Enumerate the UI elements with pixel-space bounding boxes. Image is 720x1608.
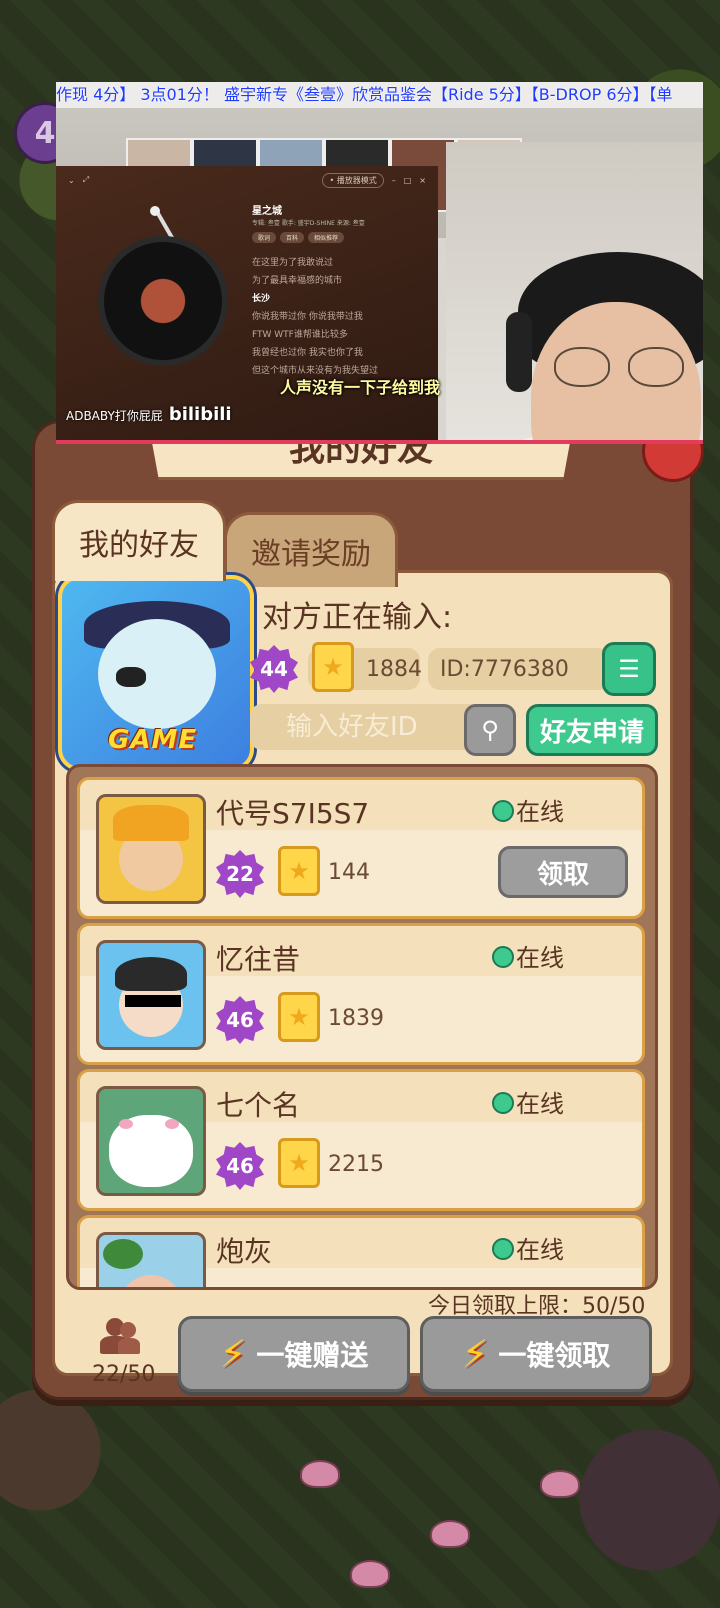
friend-row[interactable]: 忆往昔 在线 46 ★ 1839 — [77, 923, 645, 1065]
player-mode-button[interactable]: • 播放器模式 — [322, 172, 384, 188]
avatar — [96, 1232, 206, 1287]
profile-id: ID:7776380 — [428, 648, 610, 690]
eye-patch-icon — [116, 667, 146, 687]
profile-id-text: ID:7776380 — [440, 656, 569, 682]
send-all-button[interactable]: ⚡ 一键赠送 — [178, 1316, 410, 1392]
friend-list[interactable]: 代号S7I5S7 在线 22 ★ 144 领取 忆往昔 在线 46 ★ 1839… — [66, 764, 658, 1290]
tab-similar[interactable]: 相似推荐 — [308, 232, 345, 243]
send-all-label: 一键赠送 — [256, 1339, 369, 1372]
avatar — [96, 794, 206, 904]
livestream-overlay[interactable]: ⌄ ⤢ • 播放器模式 – □ × 星之城 专辑: 叁壹 歌手: 盛宇D-SHI… — [56, 82, 703, 444]
profile-level-value: 44 — [260, 657, 288, 681]
claim-all-label: 一键领取 — [498, 1339, 611, 1372]
star-medal-icon: ★ — [278, 1138, 320, 1188]
friend-name: 七个名 — [216, 1089, 301, 1122]
friend-request-label: 好友申请 — [539, 717, 644, 748]
online-status-icon — [492, 946, 514, 968]
friend-count: 22/50 — [92, 1362, 156, 1387]
lyric-line: 长沙 — [252, 294, 271, 304]
vinyl-record-icon — [98, 236, 228, 366]
friend-level-value: 22 — [226, 862, 254, 886]
bilibili-logo: bilibili — [168, 404, 232, 425]
star-medal-icon: ★ — [312, 642, 354, 692]
live-ticker: 作现 4分】 3点01分！ 盛宇新专《叁壹》欣赏品鉴会【Ride 5分】【B-D… — [56, 82, 703, 108]
friend-status: 在线 — [516, 1236, 564, 1264]
lyric-line: 你说我带过你 你说我带过我 — [252, 312, 363, 322]
player-level-value: 4 — [34, 115, 56, 151]
search-button[interactable]: ⚲ — [464, 704, 516, 756]
copy-icon: ☰ — [618, 655, 640, 683]
friend-medal-count: 2215 — [328, 1152, 384, 1177]
tab-lyrics[interactable]: 歌词 — [252, 232, 277, 243]
profile-avatar-card: GAME — [58, 575, 254, 771]
lightning-icon: ⚡ — [219, 1332, 247, 1376]
avatar — [96, 1086, 206, 1196]
friend-name: 忆往昔 — [216, 943, 301, 976]
star-medal-icon: ★ — [278, 846, 320, 896]
copy-id-button[interactable]: ☰ — [602, 642, 656, 696]
claim-button[interactable]: 领取 — [498, 846, 628, 898]
lyric-line: 为了最具幸福感的城市 — [252, 276, 343, 286]
friend-level-value: 46 — [226, 1008, 254, 1032]
online-status-icon — [492, 1092, 514, 1114]
friend-status: 在线 — [516, 798, 564, 826]
tab-invite-label: 邀请奖励 — [251, 537, 371, 572]
claim-all-button[interactable]: ⚡ 一键领取 — [420, 1316, 652, 1392]
maximize-icon[interactable]: □ — [404, 176, 412, 185]
watermark-text: ADBABY打你屁屁 — [66, 409, 163, 423]
star-medal-icon: ★ — [278, 992, 320, 1042]
friend-request-button[interactable]: 好友申请 — [526, 704, 658, 756]
expand-icon[interactable]: ⤢ — [83, 175, 89, 185]
avatar — [96, 940, 206, 1050]
friend-status: 在线 — [516, 1090, 564, 1118]
stream-watermark: ADBABY打你屁屁 bilibili — [66, 404, 232, 425]
chevron-down-icon[interactable]: ⌄ — [68, 176, 75, 185]
lightning-icon: ⚡ — [461, 1332, 489, 1376]
song-title: 星之城 — [252, 206, 282, 217]
profile-medal-count: 1884 — [366, 656, 422, 682]
online-status-icon — [492, 1238, 514, 1260]
online-status-icon — [492, 800, 514, 822]
close-icon[interactable]: × — [419, 176, 426, 185]
friend-row[interactable]: 炮灰 在线 — [77, 1215, 645, 1287]
tab-my-friends[interactable]: 我的好友 — [52, 500, 226, 581]
friend-status: 在线 — [516, 944, 564, 972]
tab-friends-label: 我的好友 — [79, 528, 199, 563]
friend-name: 炮灰 — [216, 1235, 273, 1268]
lyric-line: 在这里为了我敢说过 — [252, 258, 334, 268]
search-icon: ⚲ — [481, 716, 499, 744]
typing-status: 对方正在输入: — [262, 600, 453, 635]
minimize-icon[interactable]: – — [392, 176, 396, 185]
webcam-feed — [446, 142, 703, 444]
tab-invite-rewards[interactable]: 邀请奖励 — [224, 512, 398, 587]
lyric-line: 我曾经也过你 我实也你了我 — [252, 348, 363, 358]
song-tabs: 歌词 百科 相似推荐 — [252, 232, 345, 243]
lyric-line: FTW WTF谁帮谁比较多 — [252, 330, 348, 340]
lyrics-list: 在这里为了我敢说过 为了最具幸福感的城市 长沙 你说我带过你 你说我带过我 FT… — [252, 254, 378, 380]
friend-level-value: 46 — [226, 1154, 254, 1178]
friends-icon — [100, 1318, 140, 1354]
friend-row[interactable]: 代号S7I5S7 在线 22 ★ 144 领取 — [77, 777, 645, 919]
player-titlebar: ⌄ ⤢ • 播放器模式 – □ × — [56, 166, 438, 194]
music-player-window[interactable]: ⌄ ⤢ • 播放器模式 – □ × 星之城 专辑: 叁壹 歌手: 盛宇D-SHI… — [56, 166, 438, 444]
song-meta: 专辑: 叁壹 歌手: 盛宇D-SHINE 来源: 叁壹 — [252, 220, 365, 227]
friend-medal-count: 144 — [328, 860, 370, 885]
game-label: GAME — [108, 725, 198, 755]
claim-label: 领取 — [536, 859, 589, 890]
friend-name: 代号S7I5S7 — [216, 797, 370, 830]
friend-row[interactable]: 七个名 在线 46 ★ 2215 — [77, 1069, 645, 1211]
friend-medal-count: 1839 — [328, 1006, 384, 1031]
tab-wiki[interactable]: 百科 — [280, 232, 305, 243]
stream-subtitle: 人声没有一下子给到我 — [280, 378, 441, 397]
